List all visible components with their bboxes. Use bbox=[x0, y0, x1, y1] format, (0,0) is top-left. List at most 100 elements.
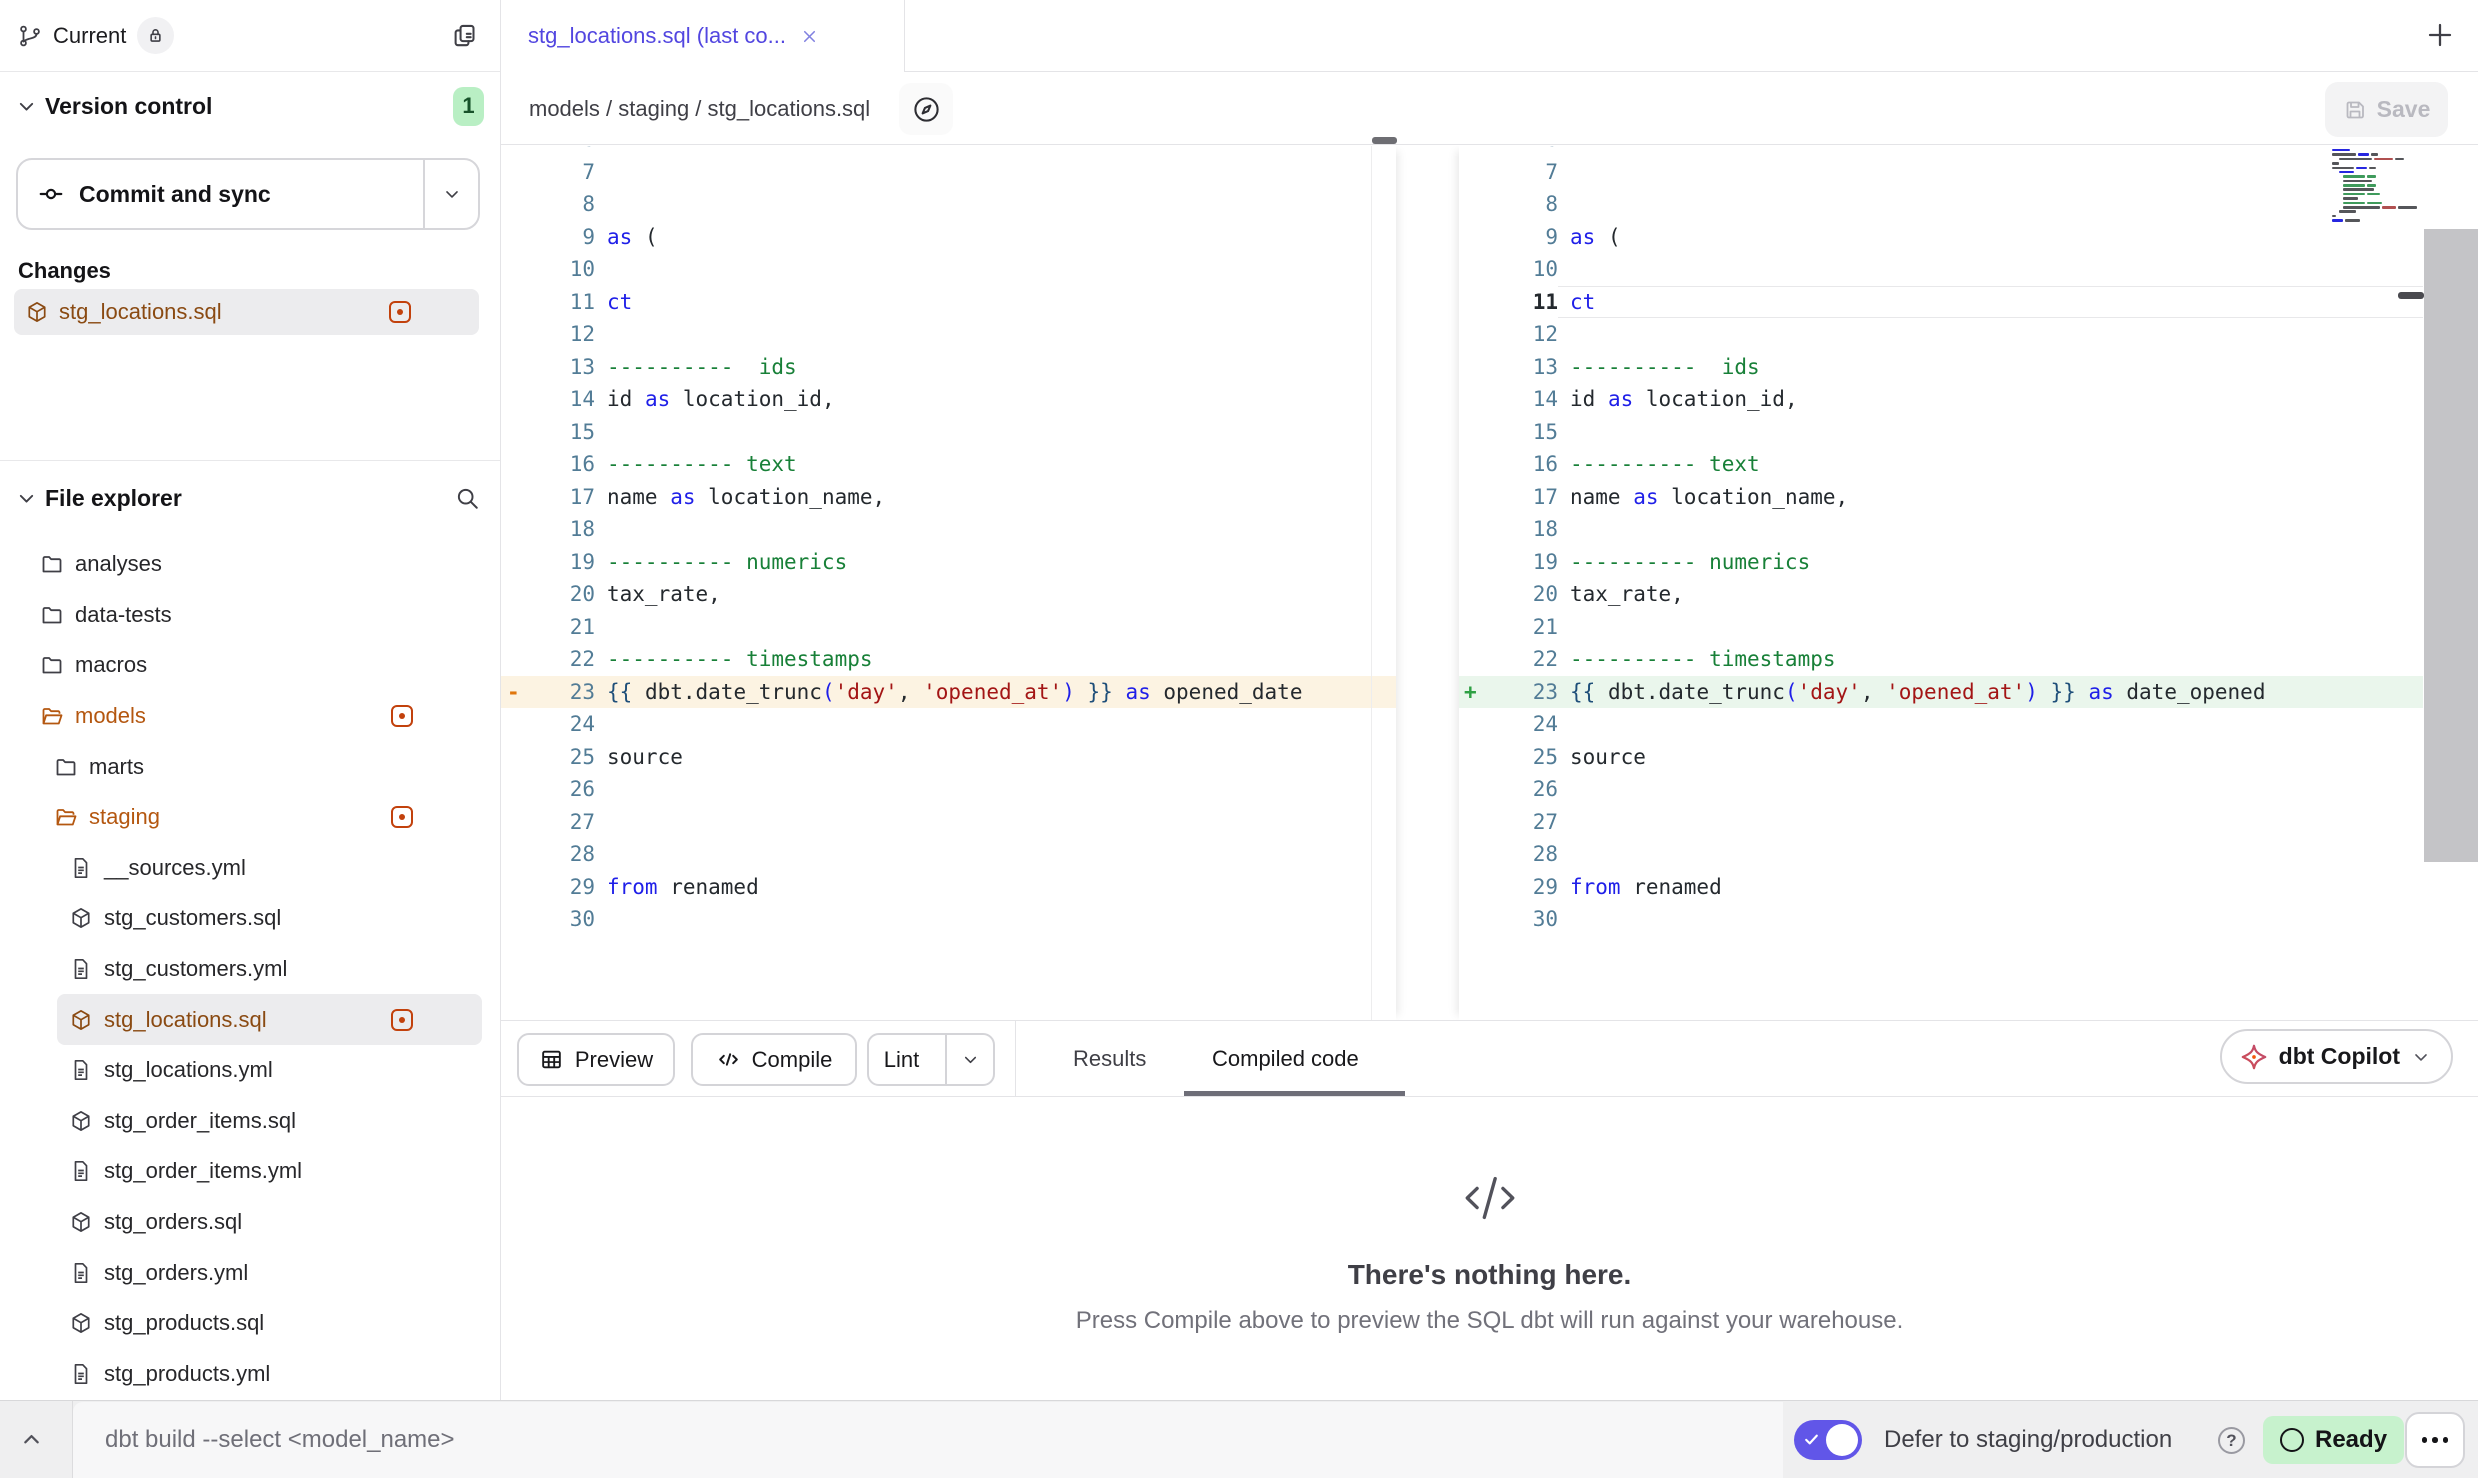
code-line-24[interactable]: 24 bbox=[501, 708, 1396, 741]
code-line-14[interactable]: 14id as location_id, bbox=[501, 383, 1396, 416]
right-pane-scrollbar-thumb[interactable] bbox=[2398, 292, 2424, 299]
code-line-14[interactable]: 14id as location_id, bbox=[1459, 383, 2423, 416]
code-line-12[interactable]: 12 bbox=[1459, 318, 2423, 351]
code-line-17[interactable]: 17name as location_name, bbox=[501, 481, 1396, 514]
lint-options-button[interactable] bbox=[945, 1035, 993, 1084]
editor-minimap[interactable] bbox=[2332, 146, 2400, 223]
help-icon[interactable]: ? bbox=[2218, 1427, 2245, 1454]
code-line-27[interactable]: 27 bbox=[501, 806, 1396, 839]
file-explorer-header[interactable]: File explorer bbox=[16, 476, 480, 520]
left-pane-scrollbar-thumb[interactable] bbox=[1372, 137, 1397, 144]
code-line-25[interactable]: 25source bbox=[1459, 741, 2423, 774]
code-line-15[interactable]: 15 bbox=[1459, 416, 2423, 449]
lint-button[interactable]: Lint bbox=[867, 1033, 995, 1086]
file-item-models[interactable]: models bbox=[0, 691, 482, 742]
code-line-27[interactable]: 27 bbox=[1459, 806, 2423, 839]
code-line-30[interactable]: 30 bbox=[1459, 903, 2423, 936]
code-line-15[interactable]: 15 bbox=[501, 416, 1396, 449]
code-line-9[interactable]: 9as ( bbox=[501, 221, 1396, 254]
file-item-macros[interactable]: macros bbox=[0, 640, 482, 691]
code-line-22[interactable]: 22---------- timestamps bbox=[1459, 643, 2423, 676]
close-icon[interactable] bbox=[800, 27, 819, 46]
file-item-stg-products-sql[interactable]: stg_products.sql bbox=[0, 1298, 482, 1349]
code-line-20[interactable]: 20tax_rate, bbox=[501, 578, 1396, 611]
line-number: 30 bbox=[1493, 903, 1558, 936]
code-line-29[interactable]: 29from renamed bbox=[501, 871, 1396, 904]
save-button[interactable]: Save bbox=[2325, 82, 2448, 137]
file-item-marts[interactable]: marts bbox=[0, 741, 482, 792]
code-line-23[interactable]: -23{{ dbt.date_trunc('day', 'opened_at')… bbox=[501, 676, 1396, 709]
file-item-stg-orders-sql[interactable]: stg_orders.sql bbox=[0, 1197, 482, 1248]
commit-and-sync-button[interactable]: Commit and sync bbox=[16, 158, 480, 230]
compile-button[interactable]: Compile bbox=[691, 1033, 857, 1086]
file-item-stg-locations-sql[interactable]: stg_locations.sql bbox=[57, 994, 482, 1045]
code-line-10[interactable]: 10 bbox=[501, 253, 1396, 286]
code-line-13[interactable]: 13---------- ids bbox=[1459, 351, 2423, 384]
code-line-19[interactable]: 19---------- numerics bbox=[501, 546, 1396, 579]
code-line-26[interactable]: 26 bbox=[1459, 773, 2423, 806]
file-item-staging[interactable]: staging bbox=[0, 792, 482, 843]
code-line-18[interactable]: 18 bbox=[501, 513, 1396, 546]
code-line-8[interactable]: 8 bbox=[501, 188, 1396, 221]
code-line-11[interactable]: 11ct bbox=[1459, 286, 2423, 319]
code-line-21[interactable]: 21 bbox=[1459, 611, 2423, 644]
code-line-6[interactable]: 6 bbox=[501, 146, 1396, 156]
file-item-stg-orders-yml[interactable]: stg_orders.yml bbox=[0, 1247, 482, 1298]
ellipsis-icon[interactable] bbox=[2405, 1412, 2465, 1468]
code-line-7[interactable]: 7 bbox=[501, 156, 1396, 189]
file-item-stg-customers-sql[interactable]: stg_customers.sql bbox=[0, 893, 482, 944]
command-input[interactable]: dbt build --select <model_name> bbox=[73, 1402, 1783, 1478]
code-line-12[interactable]: 12 bbox=[501, 318, 1396, 351]
file-item-stg-order-items-sql[interactable]: stg_order_items.sql bbox=[0, 1096, 482, 1147]
code-line-7[interactable]: 7 bbox=[1459, 156, 2423, 189]
file-item--sources-yml[interactable]: __sources.yml bbox=[0, 843, 482, 894]
vertical-scrollbar-thumb[interactable] bbox=[2424, 229, 2478, 862]
code-line-28[interactable]: 28 bbox=[1459, 838, 2423, 871]
code-line-23[interactable]: +23{{ dbt.date_trunc('day', 'opened_at')… bbox=[1459, 676, 2423, 709]
code-line-25[interactable]: 25source bbox=[501, 741, 1396, 774]
chevron-up-icon[interactable] bbox=[18, 1426, 45, 1453]
code-line-8[interactable]: 8 bbox=[1459, 188, 2423, 221]
code-line-13[interactable]: 13---------- ids bbox=[501, 351, 1396, 384]
tab-results[interactable]: Results bbox=[1073, 1021, 1146, 1096]
version-control-header[interactable]: Version control 1 bbox=[16, 84, 484, 128]
code-line-11[interactable]: 11ct bbox=[501, 286, 1396, 319]
code-line-21[interactable]: 21 bbox=[501, 611, 1396, 644]
code-line-9[interactable]: 9as ( bbox=[1459, 221, 2423, 254]
preview-button[interactable]: Preview bbox=[517, 1033, 675, 1086]
file-item-data-tests[interactable]: data-tests bbox=[0, 590, 482, 641]
code-line-20[interactable]: 20tax_rate, bbox=[1459, 578, 2423, 611]
code-line-16[interactable]: 16---------- text bbox=[1459, 448, 2423, 481]
diff-pane-original[interactable]: 6789as (1011ct1213---------- ids14id as … bbox=[501, 146, 1396, 1020]
defer-toggle[interactable] bbox=[1794, 1420, 1862, 1460]
file-item-stg-locations-yml[interactable]: stg_locations.yml bbox=[0, 1045, 482, 1096]
code-line-10[interactable]: 10 bbox=[1459, 253, 2423, 286]
code-line-26[interactable]: 26 bbox=[501, 773, 1396, 806]
copy-icon[interactable] bbox=[451, 22, 478, 49]
code-line-16[interactable]: 16---------- text bbox=[501, 448, 1396, 481]
diff-pane-modified[interactable]: 6789as (1011ct1213---------- ids14id as … bbox=[1459, 146, 2423, 1020]
code-line-22[interactable]: 22---------- timestamps bbox=[501, 643, 1396, 676]
file-item-stg-order-items-yml[interactable]: stg_order_items.yml bbox=[0, 1146, 482, 1197]
compass-icon[interactable] bbox=[899, 83, 953, 135]
search-icon[interactable] bbox=[454, 485, 480, 511]
tab-stg-locations-sql[interactable]: stg_locations.sql (last co... bbox=[501, 0, 905, 72]
code-line-28[interactable]: 28 bbox=[501, 838, 1396, 871]
tab-compiled-code[interactable]: Compiled code bbox=[1212, 1021, 1359, 1096]
code-line-30[interactable]: 30 bbox=[501, 903, 1396, 936]
code-line-17[interactable]: 17name as location_name, bbox=[1459, 481, 2423, 514]
code-line-6[interactable]: 6 bbox=[1459, 146, 2423, 156]
file-item-analyses[interactable]: analyses bbox=[0, 539, 482, 590]
code-line-19[interactable]: 19---------- numerics bbox=[1459, 546, 2423, 579]
plus-icon[interactable] bbox=[2424, 19, 2456, 51]
file-item-stg-customers-yml[interactable]: stg_customers.yml bbox=[0, 944, 482, 995]
code-line-29[interactable]: 29from renamed bbox=[1459, 871, 2423, 904]
commit-options-button[interactable] bbox=[423, 160, 478, 228]
file-item-stg-products-yml[interactable]: stg_products.yml bbox=[0, 1349, 482, 1400]
code-line-18[interactable]: 18 bbox=[1459, 513, 2423, 546]
changed-file-row[interactable]: stg_locations.sql bbox=[14, 289, 479, 335]
status-badge[interactable]: Ready bbox=[2263, 1416, 2404, 1464]
check-icon bbox=[1803, 1431, 1820, 1448]
dbt-copilot-button[interactable]: dbt Copilot bbox=[2220, 1029, 2453, 1084]
code-line-24[interactable]: 24 bbox=[1459, 708, 2423, 741]
